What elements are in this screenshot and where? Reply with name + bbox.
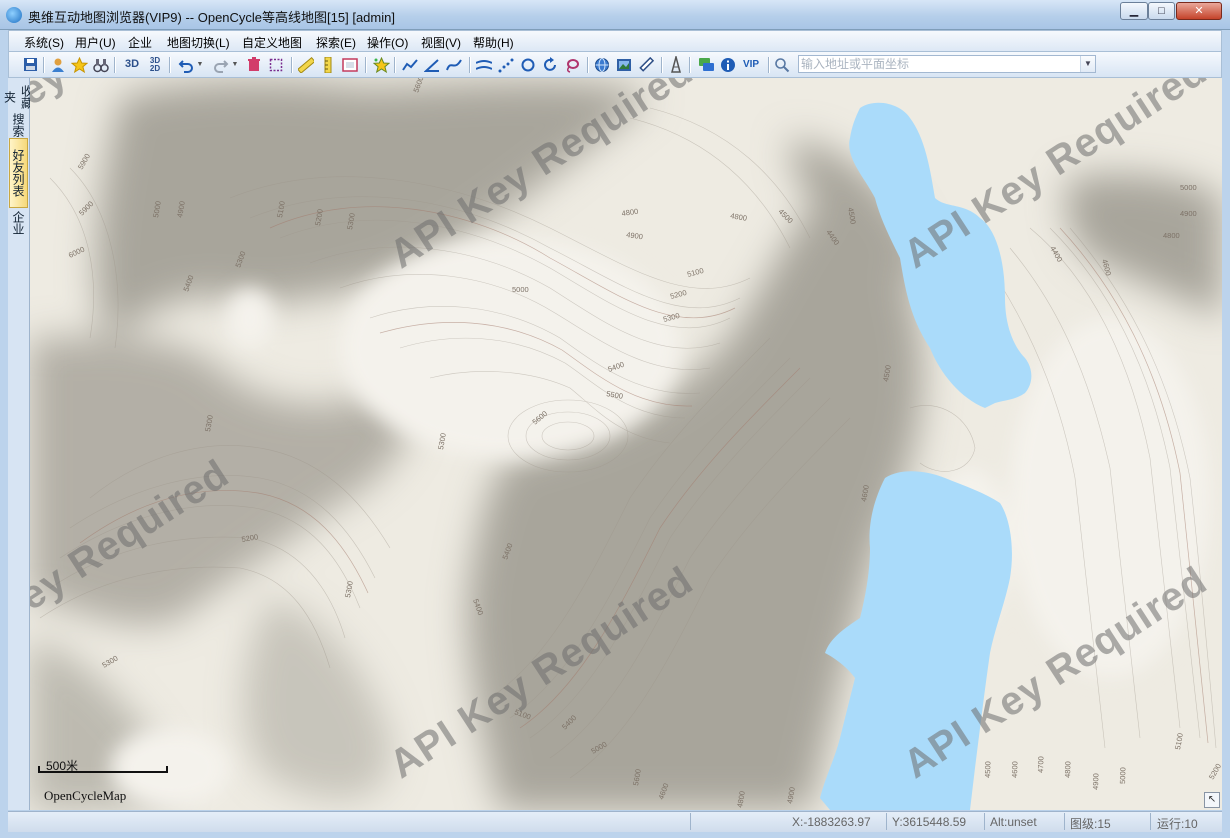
toolbar-separator xyxy=(394,57,396,73)
tower-icon[interactable] xyxy=(667,56,685,73)
user-icon[interactable] xyxy=(49,56,67,73)
road-icon[interactable] xyxy=(475,56,493,73)
window-border-right xyxy=(1222,30,1230,838)
status-divider xyxy=(1064,813,1065,830)
binoculars-icon[interactable] xyxy=(92,56,110,73)
resize-corner-icon[interactable]: ↖ xyxy=(1204,792,1220,808)
contour-label: 4900 xyxy=(1180,209,1197,218)
toolbar-separator xyxy=(291,57,293,73)
sidebar-tab-favorites[interactable]: 收藏夹 xyxy=(3,82,34,112)
frame-icon[interactable] xyxy=(341,56,359,73)
menu-enterprise[interactable]: 企业 xyxy=(128,34,152,51)
side-tab-panel: 收藏夹 搜索 好友列表 企业 xyxy=(3,78,34,810)
contour-label: 5000 xyxy=(512,285,529,294)
save-icon[interactable] xyxy=(21,56,39,73)
contour-label: 4800 xyxy=(1063,761,1073,778)
2d-label: 2D xyxy=(149,63,161,73)
menu-operate[interactable]: 操作(O) xyxy=(367,34,408,51)
ruler-icon[interactable] xyxy=(297,56,315,73)
contour-label: 4600 xyxy=(1010,761,1020,778)
lasso-icon[interactable] xyxy=(563,56,581,73)
dotted-path-icon[interactable] xyxy=(497,56,515,73)
info-icon[interactable] xyxy=(719,56,737,73)
toolbar-separator xyxy=(469,57,471,73)
toolbar-separator xyxy=(661,57,663,73)
chevron-down-icon[interactable]: ▼ xyxy=(1080,56,1095,72)
window-border-bottom xyxy=(0,831,1230,838)
toolbar: 3D 3D2D ▼ ▼ VIP ▼ xyxy=(8,52,1222,78)
globe-icon[interactable] xyxy=(593,56,611,73)
minimize-button[interactable]: ▁ xyxy=(1120,2,1148,20)
toolbar-separator xyxy=(169,57,171,73)
menu-view[interactable]: 视图(V) xyxy=(421,34,461,51)
contour-label: 4700 xyxy=(1036,756,1046,773)
map-view[interactable]: 5600 5900 5900 6000 5000 4900 5100 5200 … xyxy=(30,78,1222,810)
curve-icon[interactable] xyxy=(445,56,463,73)
menu-bar: 系统(S) 用户(U) 企业 地图切换(L) 自定义地图 探索(E) 操作(O)… xyxy=(8,30,1222,52)
vip-icon[interactable]: VIP xyxy=(739,56,763,73)
scale-bar: 500米 xyxy=(38,759,168,773)
sidebar-tab-search[interactable]: 搜索 xyxy=(9,112,28,138)
search-icon[interactable] xyxy=(773,56,791,73)
title-bar: 奥维互动地图浏览器(VIP9) -- OpenCycle等高线地图[15] [a… xyxy=(0,0,1230,30)
status-bar: X:-1883263.97 Y:3615448.59 Alt:unset 图级:… xyxy=(8,811,1222,832)
circle-icon[interactable] xyxy=(519,56,537,73)
select-rect-icon[interactable] xyxy=(267,56,285,73)
undo-icon[interactable] xyxy=(177,56,195,73)
close-button[interactable]: ✕ xyxy=(1176,2,1222,20)
contour-label: 5000 xyxy=(1180,183,1197,192)
menu-help[interactable]: 帮助(H) xyxy=(473,34,514,51)
status-divider xyxy=(690,813,691,830)
map-attribution: OpenCycleMap xyxy=(44,788,127,803)
redo-dropdown-icon[interactable]: ▼ xyxy=(231,56,239,73)
window-border-left xyxy=(0,30,8,838)
toolbar-separator xyxy=(114,57,116,73)
menu-system[interactable]: 系统(S) xyxy=(24,34,64,51)
message-icon[interactable] xyxy=(697,56,715,73)
sidebar-tab-friends[interactable]: 好友列表 xyxy=(9,138,28,208)
status-divider xyxy=(984,813,985,830)
3d-view-icon[interactable]: 3D xyxy=(121,56,143,73)
layer-image-icon[interactable] xyxy=(615,56,633,73)
delete-icon[interactable] xyxy=(245,56,263,73)
app-logo-icon xyxy=(6,7,22,23)
status-zoom-level: 图级:15 xyxy=(1070,817,1111,831)
status-y-coordinate: Y:3615448.59 xyxy=(892,815,967,829)
toolbar-separator xyxy=(768,57,770,73)
toolbar-separator xyxy=(587,57,589,73)
status-x-coordinate: X:-1883263.97 xyxy=(792,815,871,829)
rotate-icon[interactable] xyxy=(541,56,559,73)
contour-label: 4800 xyxy=(1163,231,1180,240)
menu-explore[interactable]: 探索(E) xyxy=(316,34,356,51)
menu-map-switch[interactable]: 地图切换(L) xyxy=(167,34,230,51)
status-divider xyxy=(1150,813,1151,830)
vertical-ruler-icon[interactable] xyxy=(319,56,337,73)
contour-label: 4900 xyxy=(1091,773,1101,790)
contour-label: 4500 xyxy=(983,761,993,778)
menu-user[interactable]: 用户(U) xyxy=(75,34,116,51)
maximize-button[interactable]: □ xyxy=(1148,2,1175,20)
pen-icon[interactable] xyxy=(637,56,655,73)
contour-label: 5000 xyxy=(1118,767,1128,784)
redo-icon[interactable] xyxy=(212,56,230,73)
window-title: 奥维互动地图浏览器(VIP9) -- OpenCycle等高线地图[15] [a… xyxy=(28,10,395,25)
status-running: 运行:10 xyxy=(1157,817,1198,831)
3d-2d-toggle-icon[interactable]: 3D 2D xyxy=(146,56,164,73)
status-altitude: Alt:unset xyxy=(990,815,1037,829)
search-box: ▼ xyxy=(798,55,1096,73)
angle-icon[interactable] xyxy=(423,56,441,73)
scale-label: 500米 xyxy=(46,759,79,773)
toolbar-separator xyxy=(689,57,691,73)
highlight-star-icon[interactable] xyxy=(372,56,390,73)
search-input[interactable] xyxy=(801,57,1071,71)
favorite-star-icon[interactable] xyxy=(70,56,88,73)
draw-line-icon[interactable] xyxy=(401,56,419,73)
undo-dropdown-icon[interactable]: ▼ xyxy=(196,56,204,73)
menu-custom-map[interactable]: 自定义地图 xyxy=(242,34,302,51)
toolbar-separator xyxy=(365,57,367,73)
toolbar-separator xyxy=(43,57,45,73)
status-divider xyxy=(886,813,887,830)
sidebar-tab-enterprise[interactable]: 企业 xyxy=(9,208,28,238)
